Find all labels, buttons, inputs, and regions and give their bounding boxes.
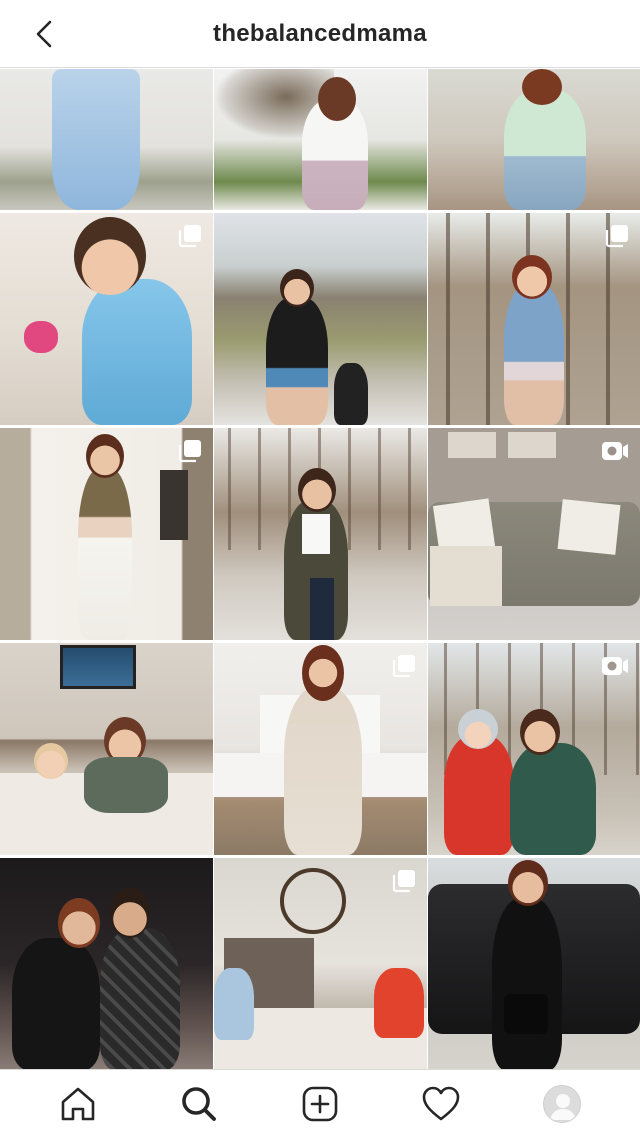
back-button[interactable]: [24, 14, 64, 54]
video-icon: [602, 442, 628, 460]
post-photo-head: [86, 434, 124, 478]
carousel-icon: [178, 440, 201, 463]
post-photo-child-head: [34, 743, 68, 779]
carousel-icon: [178, 225, 201, 248]
post-photo-subject: [266, 297, 328, 425]
post-photo-head: [298, 468, 336, 512]
post-photo-head: [58, 898, 100, 948]
post-photo-head: [522, 69, 562, 105]
post-photo-partner-head: [110, 888, 150, 938]
carousel-icon: [605, 225, 628, 248]
search-icon: [182, 1087, 217, 1121]
post-tile[interactable]: [0, 858, 213, 1070]
post-photo-head: [508, 860, 548, 906]
post-photo-frames: [448, 432, 496, 458]
post-photo-pants: [310, 578, 334, 640]
post-photo-subject: [504, 283, 564, 425]
post-photo-subject: [492, 898, 562, 1070]
profile-username-title: thebalancedmama: [213, 19, 427, 47]
post-photo-child: [214, 968, 254, 1040]
post-photo-subject: [510, 743, 596, 855]
heart-icon: [422, 1086, 460, 1121]
post-tile[interactable]: [214, 69, 427, 210]
top-header: thebalancedmama: [0, 0, 640, 68]
post-tile[interactable]: [428, 858, 640, 1070]
post-photo-subject: [82, 279, 192, 425]
posts-grid: [0, 69, 640, 1070]
post-tile[interactable]: [0, 428, 213, 640]
default-avatar-icon: [549, 1094, 576, 1120]
post-photo-head: [512, 255, 552, 299]
post-photo-bag: [504, 994, 548, 1034]
post-photo-head: [74, 217, 146, 295]
post-photo-subject: [52, 69, 140, 210]
nav-new-post-button[interactable]: [296, 1080, 344, 1128]
video-icon: [602, 657, 628, 675]
post-photo-partner: [100, 928, 180, 1070]
post-tile[interactable]: [428, 428, 640, 640]
post-tile[interactable]: [214, 213, 427, 425]
post-photo-child-head: [458, 709, 498, 749]
carousel-icon: [392, 870, 415, 893]
post-photo-subject: [284, 687, 362, 855]
post-tile[interactable]: [214, 428, 427, 640]
nav-activity-button[interactable]: [417, 1080, 465, 1128]
nav-home-button[interactable]: [54, 1080, 102, 1128]
post-photo-head: [318, 77, 356, 121]
post-photo-child: [334, 363, 368, 425]
post-photo-dresser: [160, 470, 188, 540]
chevron-left-icon: [36, 20, 52, 48]
post-photo-subject: [78, 468, 132, 640]
post-photo-toy: [24, 321, 58, 353]
post-photo-head: [302, 645, 344, 701]
post-photo-subject: [504, 89, 586, 210]
carousel-icon: [392, 655, 415, 678]
post-photo-subject: [84, 757, 168, 813]
profile-avatar: [542, 1085, 581, 1123]
post-photo-tv: [60, 645, 136, 689]
post-tile[interactable]: [214, 643, 427, 855]
nav-profile-button[interactable]: [538, 1080, 586, 1128]
post-tile[interactable]: [0, 213, 213, 425]
nav-search-button[interactable]: [175, 1080, 223, 1128]
post-photo-pillow: [557, 499, 621, 555]
post-tile[interactable]: [0, 69, 213, 210]
post-photo-child: [374, 968, 424, 1038]
post-photo-subject: [12, 938, 100, 1070]
post-tile[interactable]: [428, 69, 640, 210]
post-photo-frames: [508, 432, 556, 458]
post-photo-head: [520, 709, 560, 755]
post-photo-child: [444, 735, 514, 855]
post-photo-head: [280, 269, 314, 307]
post-photo-blanket: [430, 546, 502, 606]
post-photo-top: [302, 514, 330, 554]
home-icon: [62, 1087, 95, 1121]
post-photo-chandelier: [280, 868, 346, 934]
post-tile[interactable]: [428, 213, 640, 425]
post-tile[interactable]: [428, 643, 640, 855]
bottom-navigation-bar: [0, 1069, 640, 1138]
add-post-icon: [302, 1086, 338, 1122]
post-tile[interactable]: [214, 858, 427, 1070]
post-tile[interactable]: [0, 643, 213, 855]
instagram-profile-grid-screen: thebalancedmama: [0, 0, 640, 1138]
